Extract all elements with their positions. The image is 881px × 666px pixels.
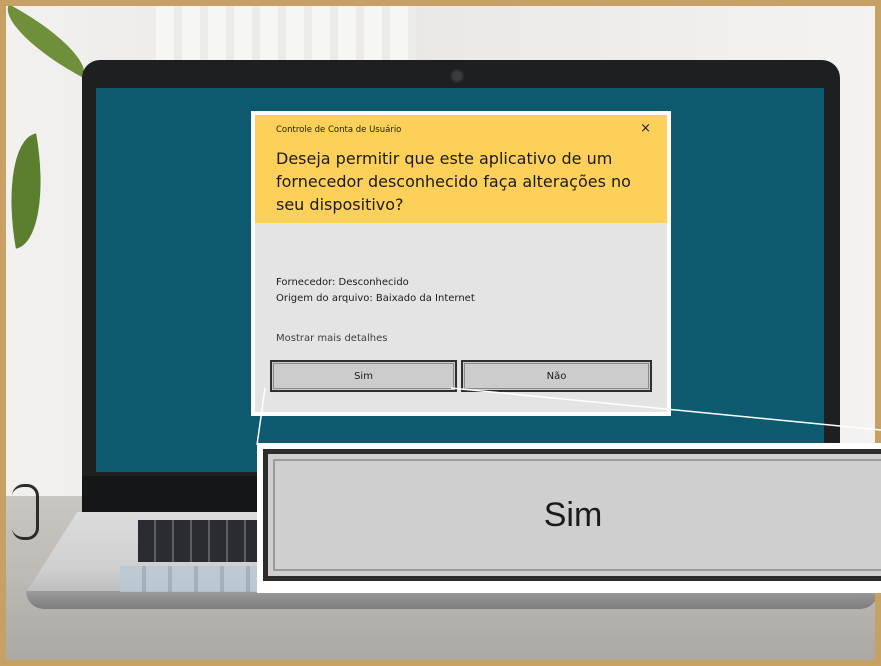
zoom-callout: Sim bbox=[257, 443, 881, 593]
dialog-question: Deseja permitir que este aplicativo de u… bbox=[276, 149, 631, 214]
webcam-icon bbox=[450, 69, 464, 83]
laptop-keyboard-row bbox=[120, 566, 268, 592]
laptop-keyboard bbox=[138, 520, 268, 562]
uac-header: Controle de Conta de Usuário × Deseja pe… bbox=[255, 115, 667, 223]
no-button[interactable]: Não bbox=[461, 360, 652, 392]
uac-dialog: Controle de Conta de Usuário × Deseja pe… bbox=[252, 112, 670, 415]
uac-body: Fornecedor: Desconhecido Origem do arqui… bbox=[255, 223, 667, 412]
dialog-title: Controle de Conta de Usuário bbox=[276, 125, 402, 135]
publisher-info: Fornecedor: Desconhecido bbox=[276, 277, 409, 288]
close-icon[interactable]: × bbox=[640, 121, 651, 136]
zoomed-yes-button[interactable]: Sim bbox=[263, 449, 881, 581]
eyeglasses bbox=[12, 484, 39, 540]
yes-button[interactable]: Sim bbox=[270, 360, 457, 392]
file-origin-info: Origem do arquivo: Baixado da Internet bbox=[276, 293, 475, 304]
zoomed-yes-label: Sim bbox=[543, 495, 603, 534]
laptop-base-edge bbox=[26, 591, 875, 609]
more-details-link[interactable]: Mostrar mais detalhes bbox=[276, 333, 387, 344]
